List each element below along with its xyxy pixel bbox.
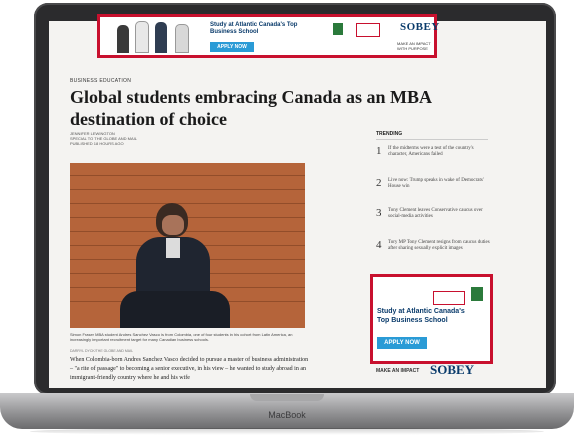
- trending-link[interactable]: If the midterms were a test of the count…: [388, 146, 492, 158]
- photo-credit: DARRYL DYCK/THE GLOBE AND MAIL: [70, 349, 134, 353]
- top-ad-banner[interactable]: Study at Atlantic Canada's Top Business …: [97, 14, 440, 58]
- trending-number: 3: [376, 207, 382, 219]
- shield-logo-icon: [471, 287, 483, 301]
- sobey-logo: SOBEY: [430, 362, 475, 377]
- ad-headline: Study at Atlantic Canada's Top Business …: [210, 22, 298, 35]
- impact-label: MAKE AN IMPACT: [376, 368, 420, 374]
- trending-link[interactable]: Tory MP Tony Clement resigns from caucus…: [388, 240, 492, 252]
- trending-number: 4: [376, 239, 382, 251]
- apply-now-button[interactable]: APPLY NOW: [377, 337, 427, 349]
- side-ad-banner[interactable]: Study at Atlantic Canada's Top Business …: [370, 274, 493, 364]
- laptop-notch: [250, 394, 324, 401]
- device-brand-label: MacBook: [268, 410, 306, 420]
- shield-logo-icon: [333, 23, 343, 35]
- laptop-shadow: [30, 428, 544, 435]
- trending-link[interactable]: Tony Clement leaves Conservative caucus …: [388, 208, 492, 220]
- university-logo-icon: [433, 291, 465, 305]
- article-headline: Global students embracing Canada as an M…: [70, 87, 432, 129]
- trending-number: 1: [376, 145, 382, 157]
- byline: JENNIFER LEWINGTON SPECIAL TO THE GLOBE …: [70, 131, 137, 146]
- trending-number: 2: [376, 177, 382, 189]
- article-body: When Colombia-born Andres Sanchez Vasco …: [70, 357, 309, 381]
- section-label[interactable]: BUSINESS EDUCATION: [70, 78, 131, 84]
- photo-caption: Simon Fraser MBA student Andres Sanchez …: [70, 332, 293, 342]
- trending-link[interactable]: Live now: Trump speaks in wake of Democr…: [388, 178, 492, 190]
- sobey-logo: SOBEY: [400, 21, 440, 33]
- university-logo-icon: [356, 23, 380, 37]
- impact-text: MAKE AN IMPACT WITH PURPOSE: [397, 41, 431, 51]
- apply-now-button[interactable]: APPLY NOW: [210, 42, 254, 52]
- trending-divider: [376, 139, 488, 140]
- ad-people-image: [113, 21, 197, 53]
- side-ad-headline: Study at Atlantic Canada's Top Business …: [377, 308, 465, 324]
- article-photo[interactable]: [70, 163, 305, 328]
- trending-heading: TRENDING: [376, 131, 403, 137]
